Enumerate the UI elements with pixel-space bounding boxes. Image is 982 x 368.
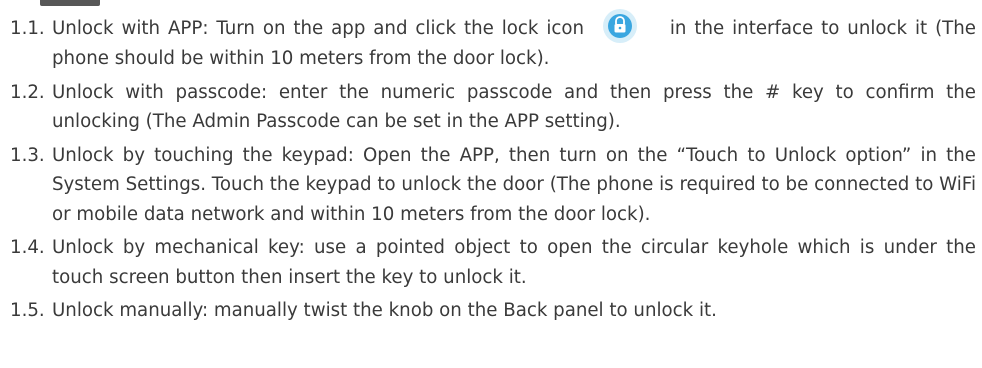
list-item-unlock-manually: 1.5. Unlock manually: manually twist the… (10, 296, 976, 326)
list-item-unlock-app: 1.1. Unlock with APP: Turn on the app an… (10, 9, 976, 74)
item-text: Unlock with APP: Turn on the app and cli… (52, 9, 976, 74)
item-text: Unlock with passcode: enter the numeric … (52, 81, 976, 133)
unlock-methods-list: 1.1. Unlock with APP: Turn on the app an… (10, 9, 976, 330)
item-text-before-icon: Unlock with APP: Turn on the app and cli… (52, 18, 585, 39)
item-text: Unlock by mechanical key: use a pointed … (52, 237, 976, 288)
lock-icon (600, 8, 640, 44)
cropped-heading-fragment (40, 0, 100, 6)
list-item-unlock-touch-keypad: 1.3. Unlock by touching the keypad: Open… (10, 141, 976, 230)
list-item-unlock-passcode: 1.2. Unlock with passcode: enter the num… (10, 78, 976, 137)
list-item-unlock-mechanical-key: 1.4. Unlock by mechanical key: use a poi… (10, 233, 976, 292)
item-text: Unlock manually: manually twist the knob… (52, 300, 717, 321)
item-number: 1.5. (10, 300, 45, 321)
item-number: 1.1. (10, 18, 45, 39)
item-text: Unlock by touching the keypad: Open the … (52, 144, 976, 225)
item-number: 1.3. (10, 144, 45, 166)
item-number: 1.2. (10, 81, 45, 103)
item-number: 1.4. (10, 237, 45, 258)
